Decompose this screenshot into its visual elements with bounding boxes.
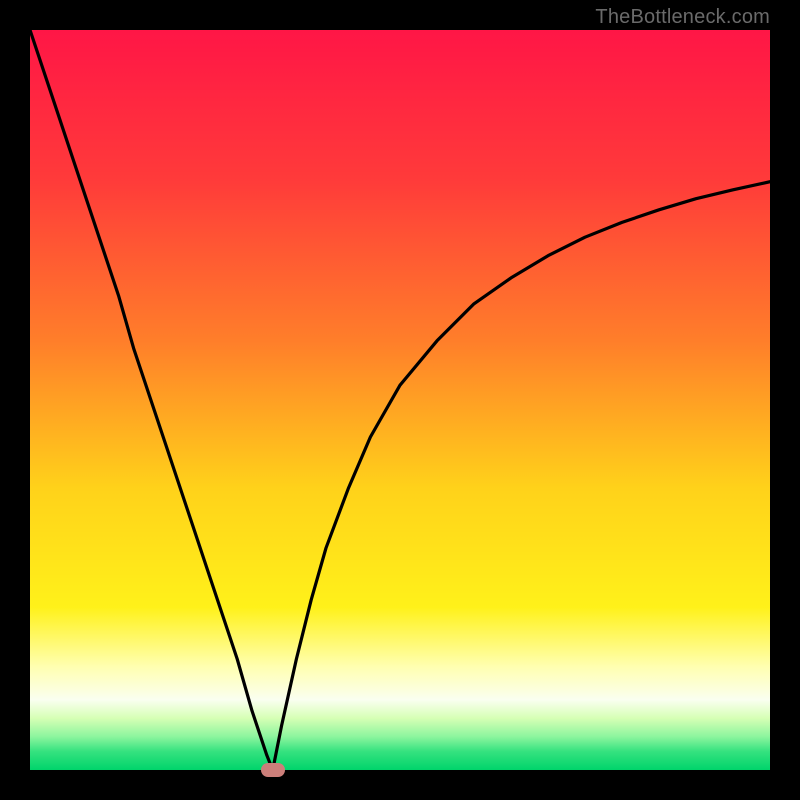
curve-left-branch: [30, 30, 273, 770]
bottleneck-curve: [30, 30, 770, 770]
curve-right-branch: [273, 182, 770, 770]
watermark-text: TheBottleneck.com: [595, 6, 770, 29]
optimal-marker: [261, 763, 285, 777]
chart-frame: [30, 30, 770, 770]
